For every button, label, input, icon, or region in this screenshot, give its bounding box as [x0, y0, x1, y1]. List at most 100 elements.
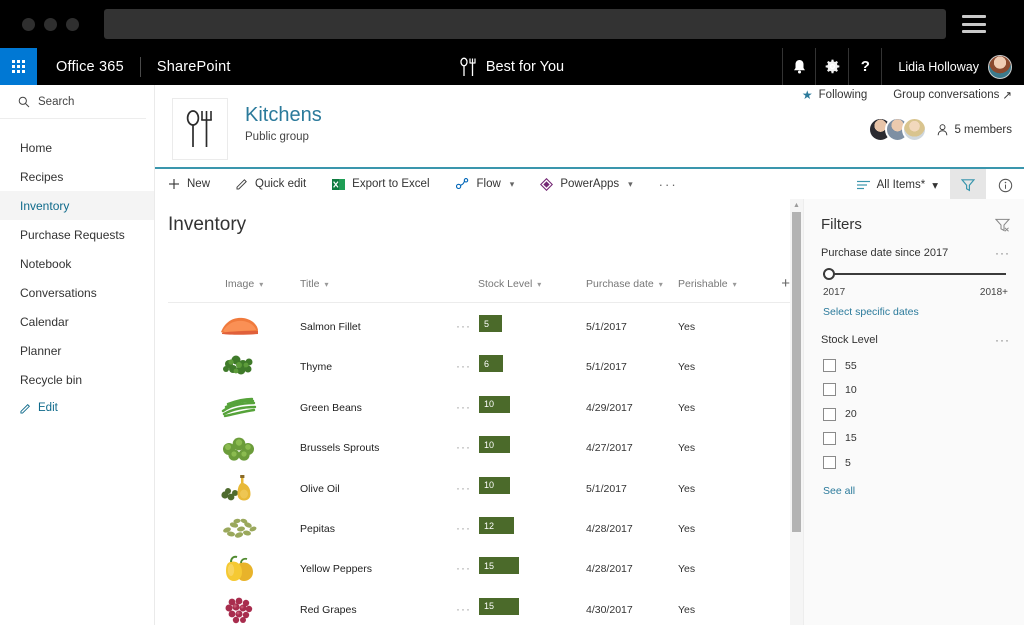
- row-title[interactable]: Salmon Fillet: [300, 321, 361, 333]
- checkbox[interactable]: [823, 456, 836, 469]
- table-row[interactable]: Olive Oil···105/1/2017Yes: [168, 466, 790, 511]
- info-icon[interactable]: [986, 169, 1024, 201]
- settings-gear-icon[interactable]: [815, 48, 848, 85]
- row-title[interactable]: Green Beans: [300, 402, 362, 414]
- row-title[interactable]: Red Grapes: [300, 604, 357, 616]
- user-account-menu[interactable]: Lidia Holloway: [881, 48, 1024, 85]
- slider-handle[interactable]: [823, 268, 835, 280]
- table-row[interactable]: Yellow Peppers···154/28/2017Yes: [168, 546, 790, 591]
- avatar[interactable]: [902, 117, 927, 142]
- row-actions-button[interactable]: ···: [456, 359, 471, 373]
- page-title[interactable]: Kitchens: [245, 104, 322, 127]
- scroll-up-arrow-icon[interactable]: ▲: [790, 199, 803, 212]
- sidebar-item-notebook[interactable]: Notebook: [0, 249, 154, 278]
- column-header-perishable[interactable]: Perishable▾: [678, 278, 737, 290]
- table-row[interactable]: Pepitas···124/28/2017Yes: [168, 506, 790, 551]
- table-row[interactable]: Green Beans···104/29/2017Yes: [168, 385, 790, 430]
- add-column-button[interactable]: +: [781, 275, 790, 292]
- column-header-image[interactable]: Image▾: [225, 278, 263, 290]
- table-row[interactable]: Salmon Fillet···55/1/2017Yes: [168, 304, 790, 349]
- purchase-date-filter-menu[interactable]: ···: [995, 246, 1010, 260]
- filter-funnel-icon[interactable]: [950, 169, 986, 201]
- purchase-date-slider[interactable]: [823, 267, 1006, 281]
- row-actions-button[interactable]: ···: [456, 561, 471, 575]
- center-title-label: Best for You: [486, 59, 564, 75]
- quick-edit-button[interactable]: Quick edit: [223, 168, 319, 200]
- export-to-excel-button[interactable]: Export to Excel: [319, 168, 442, 200]
- checkbox[interactable]: [823, 432, 836, 445]
- row-actions-button[interactable]: ···: [456, 481, 471, 495]
- help-icon[interactable]: ?: [848, 48, 881, 85]
- see-all-link[interactable]: See all: [823, 485, 855, 497]
- avatar[interactable]: [988, 55, 1012, 79]
- office-brand-label[interactable]: Office 365: [56, 59, 124, 75]
- table-row[interactable]: Red Grapes···154/30/2017Yes: [168, 587, 790, 625]
- sidebar-item-home[interactable]: Home: [0, 133, 154, 162]
- powerapps-button[interactable]: PowerApps ▾: [527, 168, 645, 200]
- column-header-date[interactable]: Purchase date▾: [586, 278, 663, 290]
- members-count[interactable]: 5 members: [937, 124, 1012, 136]
- checkbox[interactable]: [823, 383, 836, 396]
- stock-level-option[interactable]: 10: [823, 383, 857, 396]
- column-header-stock[interactable]: Stock Level▾: [478, 278, 541, 290]
- stock-level-option[interactable]: 55: [823, 359, 857, 372]
- list-column-headers: Image▾ Title▾ Stock Level▾ Purchase date▾ Pe…: [168, 278, 790, 303]
- table-row[interactable]: Brussels Sprouts···104/27/2017Yes: [168, 425, 790, 470]
- clear-filter-icon[interactable]: [995, 218, 1010, 232]
- app-launcher-icon[interactable]: [0, 48, 37, 85]
- row-title[interactable]: Brussels Sprouts: [300, 442, 379, 454]
- checkbox[interactable]: [823, 359, 836, 372]
- site-center-title[interactable]: Best for You: [382, 57, 642, 77]
- stock-level-option[interactable]: 20: [823, 408, 857, 421]
- row-actions-button[interactable]: ···: [456, 440, 471, 454]
- search-input[interactable]: Search: [0, 85, 146, 119]
- stock-level-bar: 15: [479, 557, 519, 574]
- list-scrollbar[interactable]: ▲: [790, 199, 803, 625]
- scrollbar-thumb[interactable]: [792, 212, 801, 532]
- sidebar-item-recycle-bin[interactable]: Recycle bin: [0, 365, 154, 394]
- group-conversations-link[interactable]: Group conversations ↗: [893, 88, 1012, 102]
- stock-level-filter-menu[interactable]: ···: [995, 333, 1010, 347]
- row-title[interactable]: Olive Oil: [300, 483, 340, 495]
- checkbox[interactable]: [823, 408, 836, 421]
- column-header-title[interactable]: Title▾: [300, 278, 328, 290]
- row-purchase-date: 4/27/2017: [586, 442, 633, 454]
- flow-button[interactable]: Flow ▾: [443, 168, 528, 200]
- sidebar-item-inventory[interactable]: Inventory: [0, 191, 154, 220]
- sidebar-item-purchase-requests[interactable]: Purchase Requests: [0, 220, 154, 249]
- window-controls[interactable]: [22, 18, 79, 31]
- select-specific-dates-link[interactable]: Select specific dates: [823, 306, 919, 318]
- notifications-icon[interactable]: [782, 48, 815, 85]
- sidebar-item-label: Purchase Requests: [20, 228, 125, 242]
- row-actions-button[interactable]: ···: [456, 602, 471, 616]
- row-purchase-date: 4/29/2017: [586, 402, 633, 414]
- command-overflow-button[interactable]: ···: [646, 168, 691, 200]
- row-actions-button[interactable]: ···: [456, 521, 471, 535]
- view-selector[interactable]: All Items* ▾: [845, 169, 950, 201]
- row-actions-button[interactable]: ···: [456, 400, 471, 414]
- stock-level-option[interactable]: 15: [823, 432, 857, 445]
- edit-nav-link[interactable]: Edit: [0, 394, 154, 422]
- minimize-window-dot[interactable]: [44, 18, 57, 31]
- close-window-dot[interactable]: [22, 18, 35, 31]
- stock-level-option[interactable]: 5: [823, 456, 851, 469]
- table-row[interactable]: Thyme···65/1/2017Yes: [168, 344, 790, 389]
- sidebar-item-recipes[interactable]: Recipes: [0, 162, 154, 191]
- maximize-window-dot[interactable]: [66, 18, 79, 31]
- filters-panel: Filters Purchase date since 2017 ··· 201…: [803, 199, 1024, 625]
- flow-label: Flow: [477, 178, 501, 190]
- new-button[interactable]: New: [155, 168, 223, 200]
- row-title[interactable]: Thyme: [300, 361, 332, 373]
- members-area[interactable]: 5 members: [868, 117, 1012, 142]
- sharepoint-app-label[interactable]: SharePoint: [157, 59, 231, 75]
- sidebar-item-conversations[interactable]: Conversations: [0, 278, 154, 307]
- address-bar[interactable]: [104, 9, 946, 39]
- sidebar-item-calendar[interactable]: Calendar: [0, 307, 154, 336]
- hamburger-menu-icon[interactable]: [962, 15, 986, 33]
- member-facepile[interactable]: [868, 117, 927, 142]
- row-actions-button[interactable]: ···: [456, 319, 471, 333]
- row-title[interactable]: Pepitas: [300, 523, 335, 535]
- row-title[interactable]: Yellow Peppers: [300, 563, 372, 575]
- sidebar-item-planner[interactable]: Planner: [0, 336, 154, 365]
- following-button[interactable]: ★ Following: [802, 88, 867, 102]
